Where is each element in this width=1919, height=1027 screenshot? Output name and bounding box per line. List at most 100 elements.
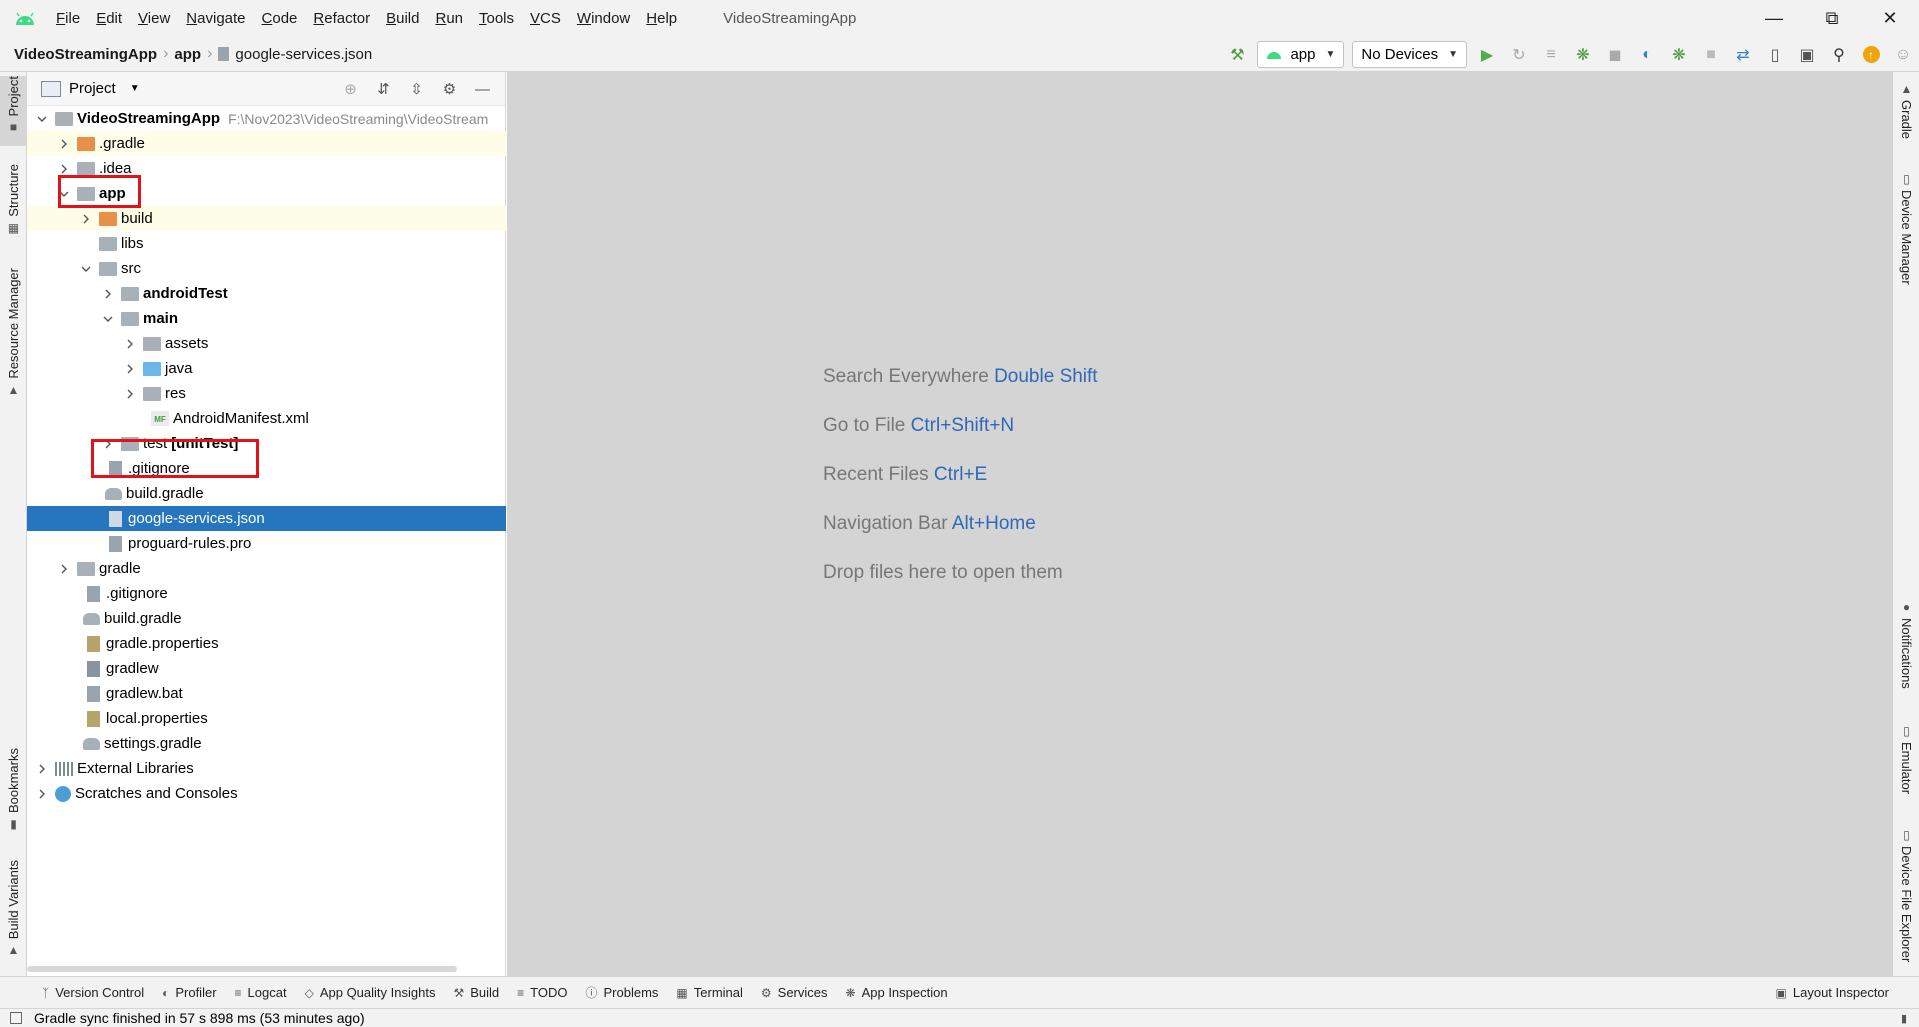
sync-gradle-icon[interactable]: ⇄ [1727,37,1759,72]
tree-row-scratches[interactable]: Scratches and Consoles [27,781,506,806]
tree-row-settings-gradle[interactable]: settings.gradle [27,731,506,756]
chevron-right-icon[interactable] [35,762,49,776]
collapse-all-icon[interactable]: ⇳ [400,72,433,106]
tree-row-gradlew-bat[interactable]: gradlew.bat [27,681,506,706]
tab-project[interactable]: Project ■ [0,76,27,146]
tab-structure[interactable]: Structure ▦ [0,164,27,244]
tab-bookmarks[interactable]: Bookmarks ▮ [0,748,27,838]
profile-icon[interactable]: ◐ [1631,37,1663,72]
tab-emulator[interactable]: ▯ Emulator [1893,724,1919,804]
breadcrumb-project[interactable]: VideoStreamingApp [14,46,157,63]
menu-navigate[interactable]: Navigate [178,0,253,37]
apply-changes-icon[interactable]: ↻ [1503,37,1535,72]
apply-code-changes-icon[interactable]: ≡ [1535,37,1567,72]
chevron-right-icon[interactable] [79,212,93,226]
stop-icon[interactable]: ■ [1695,37,1727,72]
tree-row-gradle-dir[interactable]: .gradle [27,131,506,156]
tool-problems[interactable]: ⓘ Problems [585,984,658,1001]
tree-row-main[interactable]: main [27,306,506,331]
chevron-right-icon[interactable] [123,337,137,351]
tree-row-proguard[interactable]: proguard-rules.pro [27,531,506,556]
tool-todo[interactable]: ≡ TODO [517,985,567,1000]
gear-icon[interactable]: ⚙ [433,72,466,106]
tool-profiler[interactable]: ◐ Profiler [162,985,216,1000]
project-panel-title[interactable]: Project [69,80,116,97]
tree-row-assets[interactable]: assets [27,331,506,356]
tool-version-control[interactable]: ᛉ Version Control [42,985,144,1000]
menu-view[interactable]: View [130,0,178,37]
tool-windows-toggle-icon[interactable] [10,1012,22,1024]
menu-code[interactable]: Code [254,0,306,37]
make-project-hammer-icon[interactable]: ⚒ [1221,37,1253,72]
tree-row-root-gitignore[interactable]: .gitignore [27,581,506,606]
tool-build[interactable]: ⚒ Build [453,985,499,1000]
menu-run[interactable]: Run [427,0,471,37]
tool-services[interactable]: ⚙ Services [761,985,828,1000]
device-select[interactable]: No Devices ▼ [1352,41,1467,68]
tree-row-google-services[interactable]: google-services.json [27,506,506,531]
minimize-icon[interactable]: — [1745,0,1803,37]
run-configuration-select[interactable]: app ▼ [1257,41,1345,68]
tab-device-manager[interactable]: ▯ Device Manager [1893,172,1919,302]
tree-row-src[interactable]: src [27,256,506,281]
tab-build-variants[interactable]: Build Variants ▲ [0,860,27,966]
menu-vcs[interactable]: VCS [522,0,569,37]
chevron-down-icon[interactable] [35,112,49,126]
tree-row-manifest[interactable]: MF AndroidManifest.xml [27,406,506,431]
chevron-right-icon[interactable] [57,562,71,576]
chevron-right-icon[interactable] [123,362,137,376]
tree-row-root-build-gradle[interactable]: build.gradle [27,606,506,631]
close-icon[interactable]: ✕ [1861,0,1919,37]
tree-row-project-root[interactable]: VideoStreamingApp F:\Nov2023\VideoStream… [27,106,506,131]
search-icon[interactable]: ⚲ [1823,37,1855,72]
chevron-right-icon[interactable] [101,287,115,301]
menu-tools[interactable]: Tools [471,0,522,37]
tab-resource-manager[interactable]: Resource Manager ▲ [0,268,27,408]
debug-icon[interactable]: ❋ [1567,37,1599,72]
tree-row-gradlew[interactable]: gradlew [27,656,506,681]
restore-icon[interactable]: ⧉ [1803,0,1861,37]
editor-empty-area[interactable]: Search Everywhere Double Shift Go to Fil… [507,72,1892,976]
tree-row-build-dir[interactable]: build [27,206,506,231]
chevron-right-icon[interactable] [123,387,137,401]
update-icon[interactable]: ↑ [1855,37,1887,72]
breadcrumb-module[interactable]: app [174,46,201,63]
chevron-down-icon[interactable] [79,262,93,276]
menu-help[interactable]: Help [638,0,685,37]
event-log-icon[interactable]: ▮ [1901,1012,1907,1025]
run-icon[interactable]: ▶ [1471,37,1503,72]
status-message[interactable]: Gradle sync finished in 57 s 898 ms (53 … [34,1010,365,1026]
device-manager-icon[interactable]: ▯ [1759,37,1791,72]
tool-app-inspection[interactable]: ❋ App Inspection [846,985,948,1000]
tree-row-res[interactable]: res [27,381,506,406]
tab-gradle[interactable]: ▲ Gradle [1893,82,1919,152]
menu-file[interactable]: File [48,0,88,37]
chevron-right-icon[interactable] [57,137,71,151]
hide-panel-icon[interactable]: — [466,72,499,106]
chevron-down-icon[interactable] [101,312,115,326]
tool-layout-inspector[interactable]: ▣ Layout Inspector [1776,985,1889,1000]
menu-window[interactable]: Window [569,0,638,37]
menu-edit[interactable]: Edit [88,0,130,37]
tab-notifications[interactable]: ● Notifications [1893,600,1919,700]
tree-row-external-libraries[interactable]: External Libraries [27,756,506,781]
menu-build[interactable]: Build [378,0,427,37]
tree-row-java[interactable]: java [27,356,506,381]
horizontal-scrollbar[interactable] [27,966,457,972]
tool-logcat[interactable]: ≡ Logcat [235,985,287,1000]
coverage-icon[interactable]: ◼ [1599,37,1631,72]
tab-device-file-explorer[interactable]: ▯ Device File Explorer [1893,828,1919,968]
breadcrumb-file[interactable]: google-services.json [235,46,372,63]
tree-row-gradle-folder[interactable]: gradle [27,556,506,581]
chevron-right-icon[interactable] [57,162,71,176]
tree-row-libs[interactable]: libs [27,231,506,256]
tree-row-local-properties[interactable]: local.properties [27,706,506,731]
tool-app-quality-insights[interactable]: ◇ App Quality Insights [305,985,436,1000]
sdk-manager-icon[interactable]: ▣ [1791,37,1823,72]
expand-all-icon[interactable]: ⇵ [367,72,400,106]
tool-terminal[interactable]: ▦ Terminal [676,985,742,1000]
account-icon[interactable]: ☺ [1887,37,1919,72]
tree-row-androidtest[interactable]: androidTest [27,281,506,306]
attach-debugger-icon[interactable]: ❋ [1663,37,1695,72]
select-opened-file-icon[interactable]: ⊕ [334,72,367,106]
